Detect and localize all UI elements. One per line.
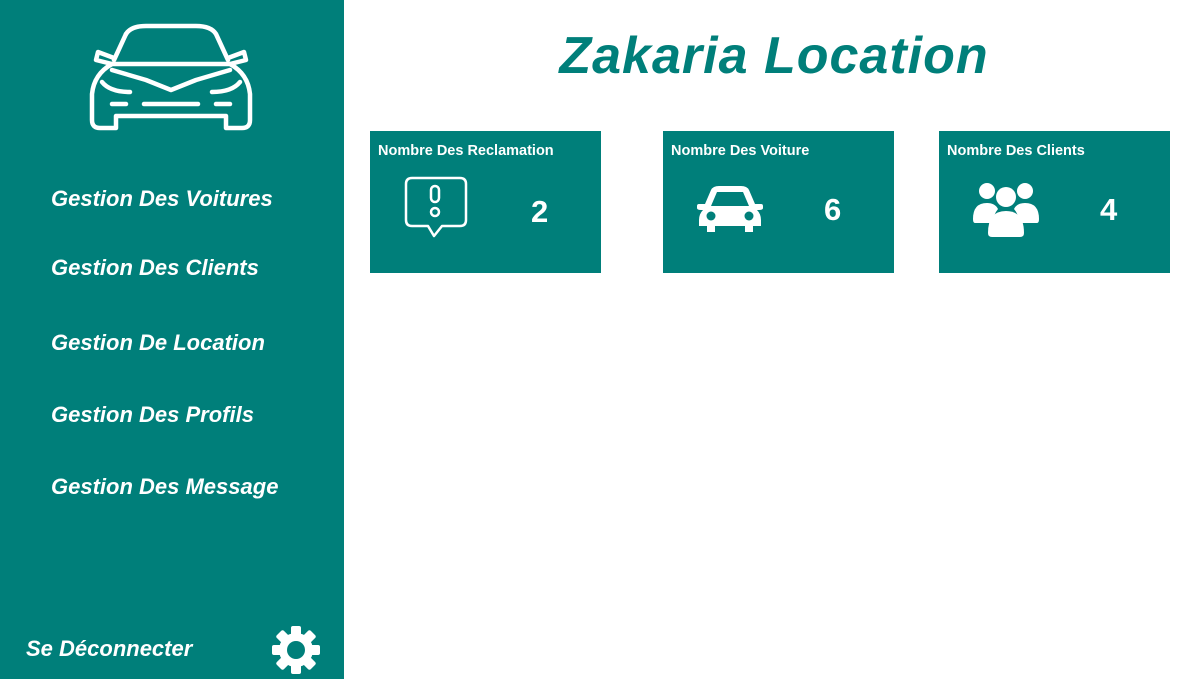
card-title: Nombre Des Clients	[947, 143, 1085, 159]
sidebar-item-clients[interactable]: Gestion Des Clients	[51, 255, 259, 281]
gear-icon[interactable]	[270, 624, 322, 676]
car-front-outline-icon	[89, 23, 253, 131]
sidebar: Gestion Des Voitures Gestion Des Clients…	[0, 0, 344, 679]
card-title: Nombre Des Reclamation	[378, 143, 554, 159]
sidebar-item-profils[interactable]: Gestion Des Profils	[51, 402, 254, 428]
card-reclamations[interactable]: Nombre Des Reclamation 2	[370, 131, 601, 273]
page-title: Zakaria Location	[559, 27, 989, 85]
users-group-icon	[973, 183, 1039, 237]
app-window: Gestion Des Voitures Gestion Des Clients…	[0, 0, 1204, 679]
sidebar-item-location[interactable]: Gestion De Location	[51, 330, 265, 356]
card-clients[interactable]: Nombre Des Clients 4	[939, 131, 1170, 273]
car-icon	[697, 186, 763, 232]
card-value: 6	[824, 192, 842, 227]
sidebar-item-voitures[interactable]: Gestion Des Voitures	[51, 186, 273, 212]
card-value: 2	[531, 194, 549, 229]
alert-message-icon	[404, 176, 468, 238]
sidebar-item-message[interactable]: Gestion Des Message	[51, 474, 278, 500]
logout-button[interactable]: Se Déconnecter	[26, 636, 192, 662]
card-value: 4	[1100, 192, 1118, 227]
card-title: Nombre Des Voiture	[671, 143, 810, 159]
card-voitures[interactable]: Nombre Des Voiture 6	[663, 131, 894, 273]
